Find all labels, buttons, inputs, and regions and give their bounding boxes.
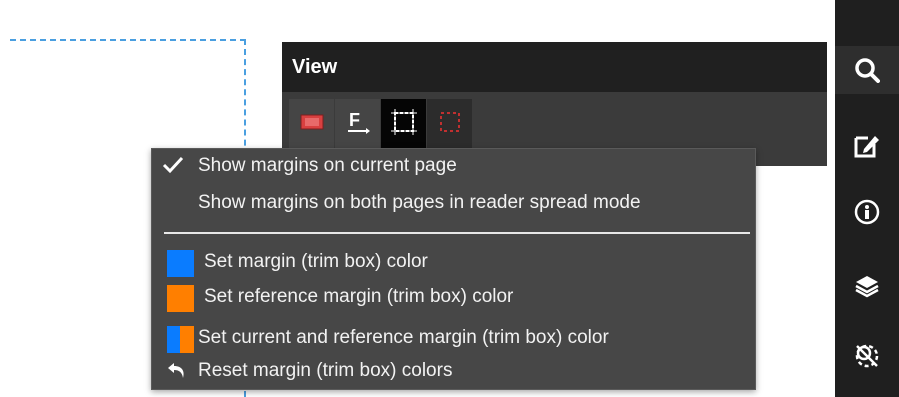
menu-item-set-reference-color[interactable]: Set reference margin (trim box) color: [152, 282, 755, 312]
overflow-icon[interactable]: [835, 0, 899, 18]
margin-outline-button[interactable]: [427, 99, 473, 149]
right-toolbar: [835, 0, 899, 397]
page-frame-icon: [300, 114, 324, 135]
menu-item-label: Set current and reference margin (trim b…: [198, 327, 609, 348]
menu-item-set-margin-color[interactable]: Set margin (trim box) color: [152, 247, 755, 277]
page-frame-button[interactable]: [289, 99, 335, 149]
reference-color-swatch-half: [180, 326, 194, 353]
margins-menu: Show margins on current page Show margin…: [151, 148, 756, 390]
margin-outline-icon: [438, 110, 462, 139]
menu-divider: [164, 232, 750, 234]
checkmark-icon: [162, 155, 184, 185]
margin-color-swatch-half: [167, 326, 180, 353]
reference-color-swatch: [167, 285, 194, 312]
trim-box-guide-top: [10, 39, 246, 41]
svg-text:F: F: [349, 110, 360, 130]
menu-item-reset-colors[interactable]: Reset margin (trim box) colors: [152, 356, 755, 386]
menu-item-label: Show margins on current page: [198, 155, 457, 176]
menu-item-show-both[interactable]: Show margins on both pages in reader spr…: [152, 188, 755, 218]
menu-item-label: Set margin (trim box) color: [204, 251, 428, 272]
text-format-button[interactable]: F: [335, 99, 381, 149]
view-toolbar: F: [289, 99, 473, 149]
view-panel-title: View: [282, 42, 827, 92]
menu-item-label: Set reference margin (trim box) color: [204, 286, 514, 307]
search-button[interactable]: [835, 46, 899, 94]
info-icon: [854, 199, 880, 225]
layers-icon: [854, 273, 880, 299]
menu-item-show-current[interactable]: Show margins on current page: [152, 151, 755, 181]
text-format-icon: F: [346, 108, 370, 141]
undo-icon: [166, 361, 188, 391]
mask-icon: [853, 342, 881, 370]
menu-item-label: Reset margin (trim box) colors: [198, 360, 453, 381]
mask-button[interactable]: [835, 332, 899, 380]
edit-button[interactable]: [835, 121, 899, 169]
margin-color-swatch: [167, 250, 194, 277]
trim-box-icon: [390, 108, 418, 141]
edit-icon: [854, 132, 880, 158]
trim-box-button[interactable]: [381, 99, 427, 149]
menu-item-set-both-color[interactable]: Set current and reference margin (trim b…: [152, 323, 755, 353]
menu-item-label: Show margins on both pages in reader spr…: [198, 192, 641, 213]
search-icon: [854, 57, 880, 83]
info-button[interactable]: [835, 188, 899, 236]
layers-button[interactable]: [835, 262, 899, 310]
